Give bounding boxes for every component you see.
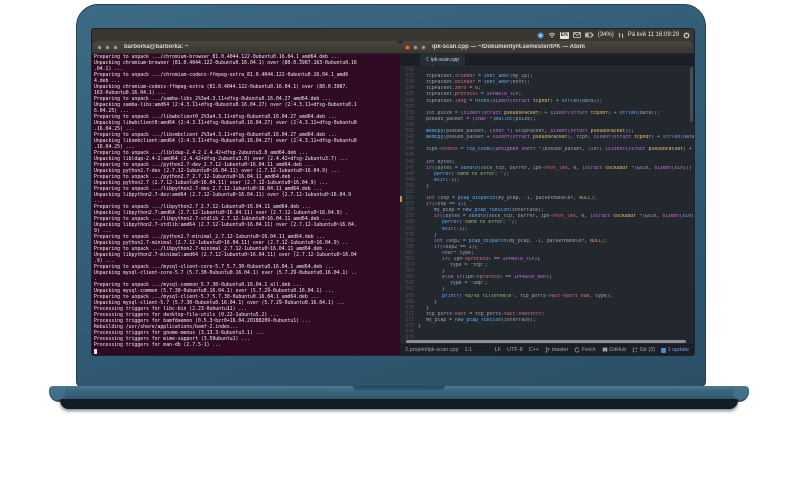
session-gear-icon[interactable] bbox=[683, 31, 690, 39]
terminal-window: barborka@barborka: ~ Preparing to unpack… bbox=[92, 41, 400, 355]
status-file-path[interactable]: 2.projekt/ipk-scan.cpp bbox=[405, 347, 459, 353]
status-fetch[interactable]: Fetch bbox=[574, 347, 596, 353]
atom-title: ipk-scan.cpp — ~/Dokumenty/4.semester/IP… bbox=[432, 44, 585, 50]
sync-arrows-icon[interactable] bbox=[618, 32, 624, 39]
code-editor[interactable]: 530tcph->check = 0;531532tcpPacket.srcAd… bbox=[400, 65, 694, 344]
status-updates[interactable]: 1 update bbox=[661, 347, 689, 353]
indicator-app-icon[interactable] bbox=[537, 32, 544, 39]
status-cursor-position[interactable]: 1:1 bbox=[465, 347, 473, 353]
branch-icon bbox=[545, 347, 550, 353]
vertical-scrollbar[interactable] bbox=[690, 67, 693, 122]
wifi-icon[interactable] bbox=[548, 32, 556, 38]
status-github[interactable]: GitHub bbox=[602, 347, 626, 353]
clock[interactable]: Pá kvě 11 16:09:29 bbox=[628, 32, 679, 38]
desktop-top-panel: EN (34%) Pá kvě 11 16:09:29 bbox=[92, 29, 694, 41]
code-lines: 530tcph->check = 0;531532tcpPacket.srcAd… bbox=[400, 65, 694, 342]
status-bar: 2.projekt/ipk-scan.cpp 1:1 LF UTF-8 C++ … bbox=[400, 344, 694, 355]
sync-icon bbox=[574, 347, 580, 353]
terminal-minimize-button[interactable] bbox=[105, 44, 110, 50]
laptop-base-notch bbox=[353, 386, 445, 391]
atom-window: ipk-scan.cpp — ~/Dokumenty/4.semester/IP… bbox=[400, 41, 694, 355]
tab-bar: C ipk-scan.cpp bbox=[400, 54, 694, 65]
keyboard-layout-indicator[interactable]: EN bbox=[559, 31, 569, 39]
atom-minimize-button[interactable] bbox=[413, 44, 418, 50]
status-encoding[interactable]: UTF-8 bbox=[507, 347, 523, 353]
screen: EN (34%) Pá kvě 11 16:09:29 barborka@bar… bbox=[91, 28, 695, 356]
tab-label: ipk-scan.cpp bbox=[431, 56, 460, 63]
atom-titlebar[interactable]: ipk-scan.cpp — ~/Dokumenty/4.semester/IP… bbox=[400, 41, 694, 54]
battery-icon[interactable] bbox=[584, 32, 594, 38]
horizontal-scrollbar[interactable] bbox=[406, 340, 686, 343]
terminal-close-button[interactable] bbox=[97, 44, 102, 50]
laptop-mockup: EN (34%) Pá kvě 11 16:09:29 barborka@bar… bbox=[0, 0, 800, 477]
git-diff-icon bbox=[632, 347, 638, 353]
terminal-cursor bbox=[94, 349, 97, 354]
laptop-base-shadow bbox=[60, 399, 738, 409]
battery-percent: (34%) bbox=[597, 32, 614, 38]
status-grammar[interactable]: C++ bbox=[529, 347, 539, 353]
status-git-changes[interactable]: Git (3) bbox=[632, 347, 655, 353]
update-icon bbox=[661, 347, 667, 353]
terminal-title: barborka@barborka: ~ bbox=[124, 44, 189, 50]
github-icon bbox=[602, 347, 608, 353]
cpp-file-icon: C bbox=[426, 56, 430, 63]
atom-close-button[interactable] bbox=[405, 44, 410, 50]
tab-ipk-scan-cpp[interactable]: C ipk-scan.cpp bbox=[420, 54, 466, 65]
atom-maximize-button[interactable] bbox=[421, 44, 426, 50]
laptop-lid: EN (34%) Pá kvě 11 16:09:29 barborka@bar… bbox=[76, 4, 706, 387]
status-git-branch[interactable]: master bbox=[545, 347, 568, 353]
terminal-titlebar[interactable]: barborka@barborka: ~ bbox=[92, 41, 400, 54]
mail-icon[interactable] bbox=[572, 32, 581, 38]
terminal-maximize-button[interactable] bbox=[113, 44, 118, 50]
status-line-ending[interactable]: LF bbox=[495, 347, 501, 353]
terminal-output[interactable]: Preparing to unpack .../chromium-browser… bbox=[92, 54, 400, 355]
